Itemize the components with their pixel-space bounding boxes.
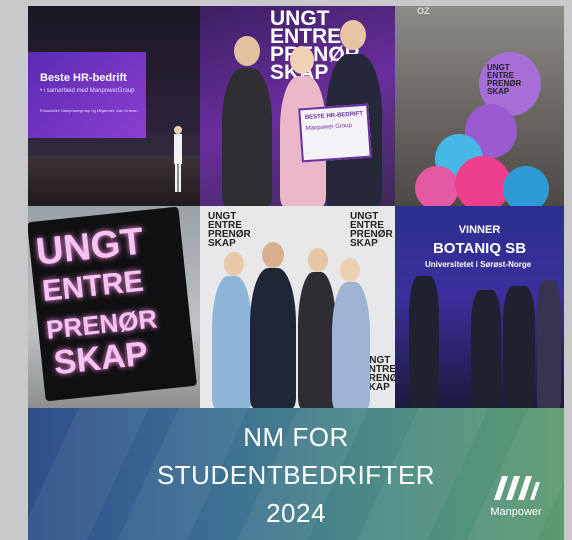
person-head <box>224 252 244 276</box>
person-head <box>308 248 328 272</box>
banner-title-line: NM FOR <box>243 422 349 452</box>
wall-logo-line: SKAP <box>208 238 236 249</box>
speaker-figure <box>174 126 182 192</box>
balloon <box>415 166 459 206</box>
lightbox-photo: UNGT ENTRE PRENØR SKAP <box>28 206 200 408</box>
manpower-logo-icon <box>494 476 540 500</box>
screen-small-text: Prisutdeler: Manpowergroup og Miljøleder… <box>40 108 138 113</box>
person-figure <box>471 290 501 408</box>
person-figure <box>332 282 370 408</box>
brand-name: Manpower <box>490 506 542 518</box>
award-plaque: BESTE HR-BEDRIFT Manpower Group <box>298 103 372 163</box>
person-figure <box>222 68 272 206</box>
balloon <box>503 166 549 206</box>
group-photo: UNGT ENTRE PRENØR SKAP UNGT ENTRE PRENØR… <box>200 206 395 408</box>
lightbox-sign: UNGT ENTRE PRENØR SKAP <box>28 206 197 402</box>
winner-name: BOTANIQ SB <box>432 240 527 257</box>
wall-logo: UNGT ENTRE PRENØR SKAP <box>350 212 393 249</box>
wall-logo-line: SKAP <box>350 238 378 249</box>
plaque-subtitle: Manpower Group <box>305 122 353 133</box>
balloon-line: SKAP <box>487 87 510 96</box>
winner-organization: Universitetet i Sørøst-Norge <box>425 260 532 269</box>
collage: Beste HR-bedrift • i samarbeid med Manpo… <box>28 6 564 540</box>
person-head <box>340 20 366 50</box>
title-banner: NM FOR STUDENTBEDRIFTER 2024 <box>28 408 564 540</box>
wall-logo: UNGT ENTRE PRENØR SKAP <box>208 212 251 249</box>
person-figure <box>212 276 252 408</box>
person-head <box>262 242 284 268</box>
banner-title-line: STUDENTBEDRIFTER <box>156 460 436 490</box>
award-photo: UNGT ENTRE PRENØR SKAP BESTE HR-BEDRIFT … <box>200 6 395 206</box>
presentation-screen: Beste HR-bedrift • i samarbeid med Manpo… <box>28 52 146 138</box>
balloons-photo: OZ UNGT ENTRE PRENØR SKAP <box>395 6 564 206</box>
balloon-text: UNGT ENTRE PRENØR SKAP <box>487 64 533 96</box>
winner-photo: VINNER BOTANIQ SB Universitetet i Sørøst… <box>395 206 564 408</box>
screen-subtitle: • i samarbeid med ManpowerGroup <box>40 88 135 94</box>
person-head <box>340 258 360 282</box>
stage-photo: Beste HR-bedrift • i samarbeid med Manpo… <box>28 6 200 206</box>
person-figure <box>503 286 535 408</box>
plaque-title: BESTE HR-BEDRIFT <box>304 111 364 122</box>
person-head <box>290 46 314 74</box>
person-figure <box>537 280 561 408</box>
screen-title: Beste HR-bedrift <box>40 72 127 84</box>
winner-title: VINNER <box>458 224 501 236</box>
balloon <box>455 156 511 206</box>
person-figure <box>250 268 296 408</box>
person-figure <box>409 276 439 408</box>
building-sign: OZ <box>417 6 430 16</box>
person-figure <box>298 272 336 408</box>
person-head <box>234 36 260 66</box>
